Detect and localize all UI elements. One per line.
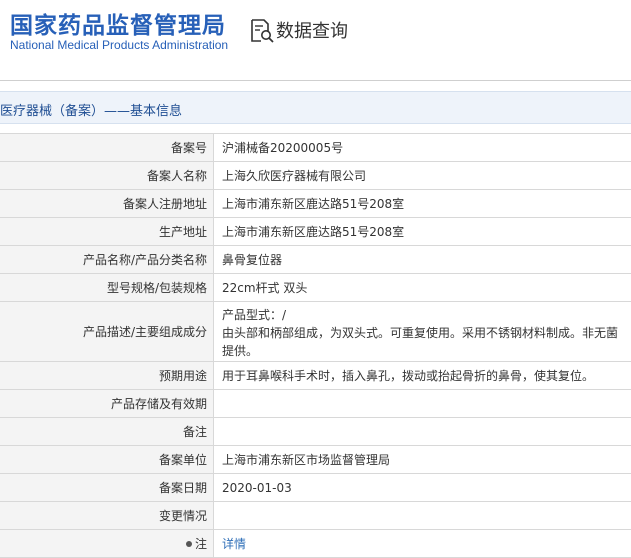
field-label: 备案日期 — [0, 474, 214, 502]
note-label: 注 — [195, 537, 207, 551]
field-label: 预期用途 — [0, 362, 214, 390]
data-query-link[interactable]: 数据查询 — [276, 17, 348, 43]
field-value — [214, 390, 631, 418]
field-value — [214, 418, 631, 446]
table-row: 备案号 沪浦械备20200005号 — [0, 134, 631, 162]
field-label: 产品名称/产品分类名称 — [0, 246, 214, 274]
table-row: 产品名称/产品分类名称 鼻骨复位器 — [0, 246, 631, 274]
field-value: 2020-01-03 — [214, 474, 631, 502]
field-label: 变更情况 — [0, 502, 214, 530]
field-value-line: 由头部和柄部组成，为双头式。可重复使用。采用不锈钢材料制成。非无菌提供。 — [222, 324, 625, 360]
field-value: 上海市浦东新区鹿达路51号208室 — [214, 190, 631, 218]
table-row: 备案人名称 上海久欣医疗器械有限公司 — [0, 162, 631, 190]
field-value: 22cm杆式 双头 — [214, 274, 631, 302]
table-row: 生产地址 上海市浦东新区鹿达路51号208室 — [0, 218, 631, 246]
table-row: 产品存储及有效期 — [0, 390, 631, 418]
site-logo-title[interactable]: 国家药品监督管理局 — [10, 6, 226, 40]
table-row: 产品描述/主要组成成分 产品型式：/ 由头部和柄部组成，为双头式。可重复使用。采… — [0, 302, 631, 362]
field-label: 型号规格/包装规格 — [0, 274, 214, 302]
table-row: 备案日期 2020-01-03 — [0, 474, 631, 502]
site-header: 国家药品监督管理局 National Medical Products Admi… — [0, 0, 631, 70]
table-row: 备注 — [0, 418, 631, 446]
table-row: 预期用途 用于耳鼻喉科手术时，插入鼻孔，拨动或抬起骨折的鼻骨，使其复位。 — [0, 362, 631, 390]
field-label: 产品存储及有效期 — [0, 390, 214, 418]
field-value: 详情 — [214, 530, 631, 558]
table-row: 注 详情 — [0, 530, 631, 558]
field-value — [214, 502, 631, 530]
field-value: 产品型式：/ 由头部和柄部组成，为双头式。可重复使用。采用不锈钢材料制成。非无菌… — [214, 302, 631, 362]
table-row: 备案人注册地址 上海市浦东新区鹿达路51号208室 — [0, 190, 631, 218]
field-label: 备案号 — [0, 134, 214, 162]
details-link[interactable]: 详情 — [222, 537, 246, 551]
field-value: 鼻骨复位器 — [214, 246, 631, 274]
field-value: 上海市浦东新区鹿达路51号208室 — [214, 218, 631, 246]
breadcrumb: 医疗器械（备案）——基本信息 — [0, 91, 631, 124]
field-label: 备注 — [0, 418, 214, 446]
data-query-icon[interactable] — [249, 18, 275, 44]
field-value: 上海市浦东新区市场监督管理局 — [214, 446, 631, 474]
field-label-note: 注 — [0, 530, 214, 558]
header-divider — [0, 80, 631, 81]
field-label: 备案人名称 — [0, 162, 214, 190]
field-label: 生产地址 — [0, 218, 214, 246]
breadcrumb-text: 医疗器械（备案）——基本信息 — [0, 100, 182, 119]
field-value: 上海久欣医疗器械有限公司 — [214, 162, 631, 190]
field-value: 沪浦械备20200005号 — [214, 134, 631, 162]
field-label: 备案单位 — [0, 446, 214, 474]
field-value: 用于耳鼻喉科手术时，插入鼻孔，拨动或抬起骨折的鼻骨，使其复位。 — [214, 362, 631, 390]
field-label: 产品描述/主要组成成分 — [0, 302, 214, 362]
table-row: 变更情况 — [0, 502, 631, 530]
record-detail-table: 备案号 沪浦械备20200005号 备案人名称 上海久欣医疗器械有限公司 备案人… — [0, 133, 631, 558]
field-value-line: 产品型式：/ — [222, 306, 625, 324]
table-row: 备案单位 上海市浦东新区市场监督管理局 — [0, 446, 631, 474]
table-row: 型号规格/包装规格 22cm杆式 双头 — [0, 274, 631, 302]
site-logo-subtitle[interactable]: National Medical Products Administration — [10, 38, 228, 52]
field-label: 备案人注册地址 — [0, 190, 214, 218]
